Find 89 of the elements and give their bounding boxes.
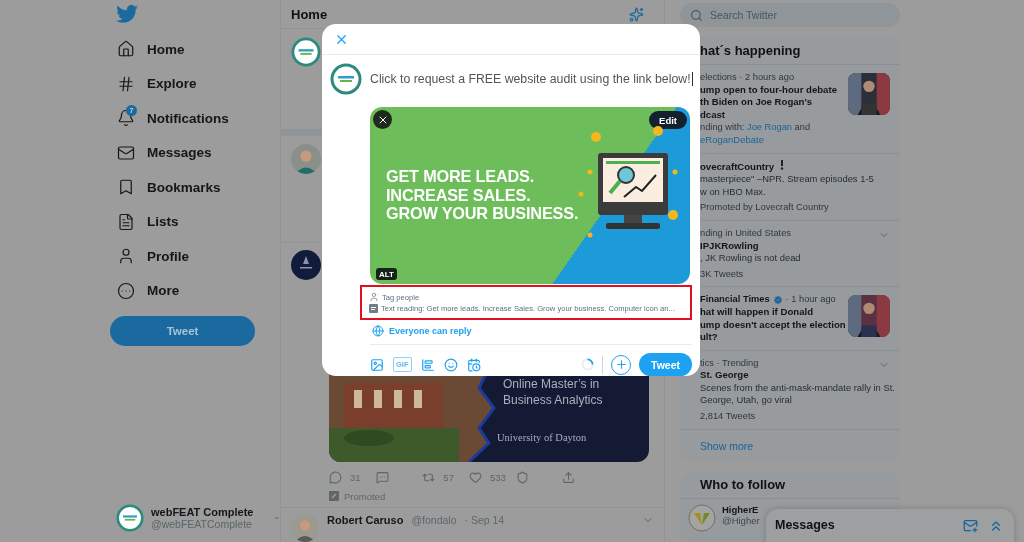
home-icon — [117, 40, 135, 59]
list-icon — [117, 212, 135, 231]
action-count: 57 — [443, 471, 454, 483]
globe-icon — [372, 325, 384, 337]
edit-button[interactable]: Edit — [649, 111, 687, 129]
user-handle: @Higher — [722, 514, 760, 526]
user-name: HigherE — [722, 503, 760, 515]
trend-title: ump open to four-hour debate — [700, 83, 837, 97]
exclamation-icon — [779, 159, 786, 170]
plus-icon — [614, 358, 628, 371]
promoted-label: Promoted — [344, 490, 386, 502]
ad-brand: University of Dayton — [497, 431, 587, 443]
banner-headline: GET MORE LEADS. — [386, 167, 536, 186]
logo-avatar — [330, 63, 362, 95]
bookmark-icon — [117, 178, 135, 197]
panel-title: hat´s happening — [700, 43, 801, 58]
promoted-icon — [329, 491, 339, 502]
trend-title: ult? — [700, 331, 718, 344]
poll-tool[interactable] — [420, 357, 435, 372]
search-field[interactable]: Search Twitter — [680, 3, 900, 27]
ad-headline: Online Master’s in Business Analytics — [503, 375, 604, 408]
alt-button[interactable]: ALT — [376, 268, 397, 280]
action-count: 31 — [350, 471, 361, 483]
account-handle: @webFEATComplete — [151, 518, 253, 530]
bell-icon — [117, 109, 135, 128]
tweet-time: · Sep 14 — [464, 514, 505, 526]
messages-drawer[interactable]: Messages — [766, 509, 1014, 542]
trend-context: nding in United States — [700, 226, 791, 240]
trend-title: ump doesn't accept the election — [700, 318, 846, 332]
page-title: Home — [291, 6, 328, 22]
nav-item[interactable]: Lists — [110, 204, 280, 239]
person-icon — [369, 292, 379, 302]
logo-avatar — [688, 503, 716, 532]
emoji-tool[interactable] — [443, 357, 458, 372]
nav-item[interactable]: Home — [110, 32, 280, 67]
trend-title: IPJKRowling — [700, 239, 759, 253]
trend-title: ovecraftCountry — [700, 159, 786, 174]
description-icon — [369, 304, 378, 313]
progress-ring — [581, 358, 594, 371]
heart-icon[interactable] — [469, 470, 482, 484]
more-icon — [117, 281, 135, 300]
trend-footer: 2,814 Tweets — [700, 410, 756, 423]
related-line: nding with: Joe Rogan and — [700, 121, 811, 134]
sparkle-icon[interactable] — [629, 6, 644, 22]
tweet-text[interactable]: Click to request a FREE website audit using the link below! — [370, 72, 693, 86]
logo-avatar — [291, 37, 321, 68]
drawer-title: Messages — [775, 518, 835, 532]
action-count: 533 — [490, 471, 506, 483]
reply-icon[interactable] — [329, 470, 342, 484]
shield-icon[interactable] — [515, 470, 529, 484]
logo-avatar — [291, 249, 321, 280]
banner-headline: INCREASE SALES. — [386, 185, 532, 204]
trend-title: dcast — [700, 108, 726, 122]
verified-icon — [772, 294, 783, 305]
nav-item[interactable]: Profile — [110, 239, 280, 274]
image-tool[interactable] — [370, 357, 384, 372]
new-message-icon[interactable] — [963, 518, 978, 533]
account-name: webFEAT Complete — [151, 506, 254, 518]
banner-headline: GROW YOUR BUSINESS. — [386, 204, 579, 223]
mail-icon — [117, 143, 135, 162]
trend-title: St. George — [700, 369, 749, 382]
bird-icon[interactable] — [116, 4, 138, 24]
trend-description: , JK Rowling is not dead — [700, 252, 801, 265]
nav-item[interactable]: Explore — [110, 66, 280, 101]
trend-title: hat will happen if Donald — [700, 305, 813, 319]
author-name: Robert Caruso — [327, 514, 404, 526]
panel-title: Who to follow — [700, 477, 786, 493]
chat-icon[interactable] — [375, 470, 389, 484]
search-icon — [690, 9, 703, 22]
nav-item[interactable]: Bookmarks — [110, 170, 280, 205]
trend-source: Financial Times · 1 hour ago — [700, 293, 836, 306]
person-icon — [117, 247, 135, 266]
upload-icon[interactable] — [562, 470, 576, 484]
trend-footer: 3K Tweets — [700, 267, 744, 281]
trend-description: Scenes from the anti-mask-mandate rally in St. — [700, 381, 895, 395]
nav-item[interactable]: More — [110, 273, 280, 308]
hash-icon — [117, 74, 135, 93]
trend-description: w on HBO Max. — [700, 185, 766, 199]
trend-footer: Promoted by Lovecraft Country — [700, 201, 829, 214]
trend-description: masterpiece" –NPR. Stream episodes 1-5 — [700, 173, 874, 186]
trend-title: th Biden on Joe Rogan's — [700, 96, 813, 109]
trend-description: George, Utah, go viral — [700, 394, 792, 408]
schedule-tool[interactable] — [466, 357, 481, 372]
logo-avatar — [116, 504, 144, 532]
author-handle: @fondalo — [411, 514, 457, 526]
trend-context: tics · Trending — [700, 356, 759, 370]
trend-context: elections · 2 hours ago — [700, 71, 795, 84]
nav-item[interactable]: Messages — [110, 135, 280, 170]
remove-button[interactable] — [373, 110, 392, 129]
